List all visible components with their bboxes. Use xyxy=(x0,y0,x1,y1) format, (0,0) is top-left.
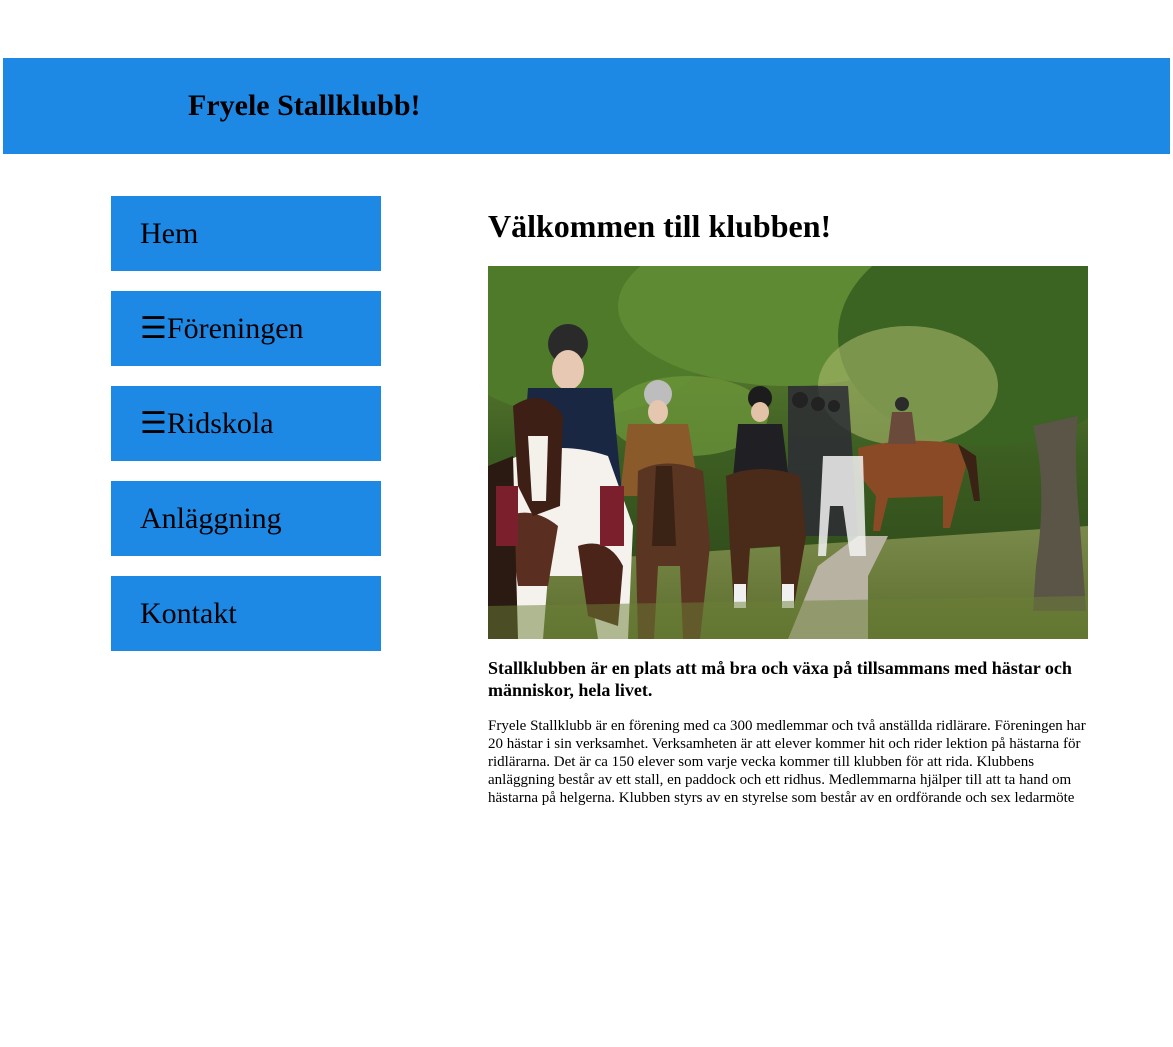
riders-photo xyxy=(488,266,1088,639)
body-text: Fryele Stallklubb är en förening med ca … xyxy=(488,718,1086,806)
nav-item-kontakt[interactable]: Kontakt xyxy=(111,576,381,651)
nav-item-anlaggning[interactable]: Anläggning xyxy=(111,481,381,556)
site-title: Fryele Stallklubb! xyxy=(188,89,421,122)
sidebar-nav: Hem ☰Föreningen ☰Ridskola Anläggning Kon… xyxy=(111,196,381,671)
lead-text: Stallklubben är en plats att må bra och … xyxy=(488,658,1072,700)
nav-item-hem[interactable]: Hem xyxy=(111,196,381,271)
page-heading: Välkommen till klubben! xyxy=(488,208,832,244)
nav-item-ridskola[interactable]: ☰Ridskola xyxy=(111,386,381,461)
main-content: Välkommen till klubben! Stallklubben är … xyxy=(488,196,1108,806)
nav-item-foreningen[interactable]: ☰Föreningen xyxy=(111,291,381,366)
site-header: Fryele Stallklubb! xyxy=(3,58,1170,154)
